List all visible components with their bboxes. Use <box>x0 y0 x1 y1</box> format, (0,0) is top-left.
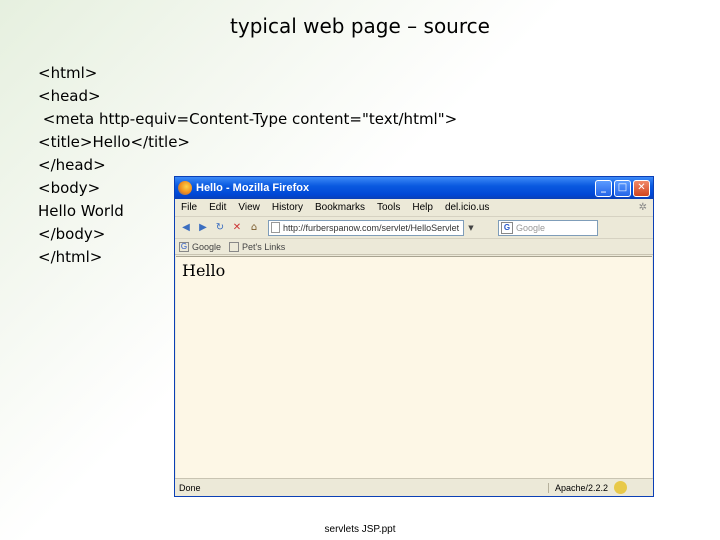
menu-file[interactable]: File <box>181 202 197 213</box>
status-bar: Done Apache/2.2.2 <box>175 478 653 496</box>
search-placeholder: Google <box>516 222 546 233</box>
back-icon[interactable]: ◀ <box>179 221 193 235</box>
menu-bar: File Edit View History Bookmarks Tools H… <box>175 199 653 217</box>
menu-history[interactable]: History <box>272 202 303 213</box>
url-bar[interactable]: http://furberspanow.com/servlet/HelloSer… <box>268 219 464 236</box>
forward-icon[interactable]: ▶ <box>196 221 210 235</box>
status-indicator-icon <box>614 481 627 494</box>
page-content-text: Hello <box>182 261 226 280</box>
slide-footer: servlets JSP.ppt <box>324 524 396 535</box>
source-line: <meta http-equiv=Content-Type content="t… <box>38 110 458 128</box>
url-text: http://furberspanow.com/servlet/HelloSer… <box>283 222 460 233</box>
window-title: Hello - Mozilla Firefox <box>196 182 310 194</box>
source-line: <html> <box>38 64 98 82</box>
slide-title: typical web page – source <box>230 14 490 38</box>
url-dropdown-icon[interactable]: ▼ <box>466 220 476 236</box>
page-icon <box>271 222 280 233</box>
menu-view[interactable]: View <box>238 202 260 213</box>
source-line: <title>Hello</title> <box>38 133 190 151</box>
google-bookmark-icon: G <box>179 241 189 252</box>
resize-grip-icon[interactable] <box>637 482 649 494</box>
maximize-button[interactable]: □ <box>614 179 631 197</box>
source-line: <head> <box>38 87 101 105</box>
server-status: Apache/2.2.2 <box>547 482 614 493</box>
close-button[interactable]: ✕ <box>633 179 650 197</box>
menu-delicious[interactable]: del.icio.us <box>445 202 489 213</box>
source-line: </head> <box>38 156 106 174</box>
firefox-icon <box>178 181 192 195</box>
menu-edit[interactable]: Edit <box>209 202 226 213</box>
google-icon: G <box>501 221 513 234</box>
bookmark-google[interactable]: Google <box>192 242 221 252</box>
menu-bookmarks[interactable]: Bookmarks <box>315 202 365 213</box>
reload-icon[interactable]: ↻ <box>213 221 227 235</box>
search-box[interactable]: G Google <box>498 219 598 236</box>
navigation-toolbar: ◀ ▶ ↻ ✕ ⌂ http://furberspanow.com/servle… <box>175 217 653 239</box>
stop-icon[interactable]: ✕ <box>230 221 244 235</box>
menu-help[interactable]: Help <box>412 202 433 213</box>
bookmark-pets-links[interactable]: Pet's Links <box>242 242 285 252</box>
page-bookmark-icon <box>229 241 240 252</box>
minimize-button[interactable]: _ <box>595 179 612 197</box>
page-content-area: Hello <box>176 256 652 478</box>
menu-tools[interactable]: Tools <box>377 202 400 213</box>
bookmarks-toolbar: G Google Pet's Links <box>175 239 653 255</box>
browser-window: Hello - Mozilla Firefox _ □ ✕ File Edit … <box>174 176 654 497</box>
throbber-icon: ✲ <box>638 202 647 213</box>
window-titlebar[interactable]: Hello - Mozilla Firefox _ □ ✕ <box>175 177 653 199</box>
status-text: Done <box>179 482 201 493</box>
home-icon[interactable]: ⌂ <box>247 221 261 235</box>
